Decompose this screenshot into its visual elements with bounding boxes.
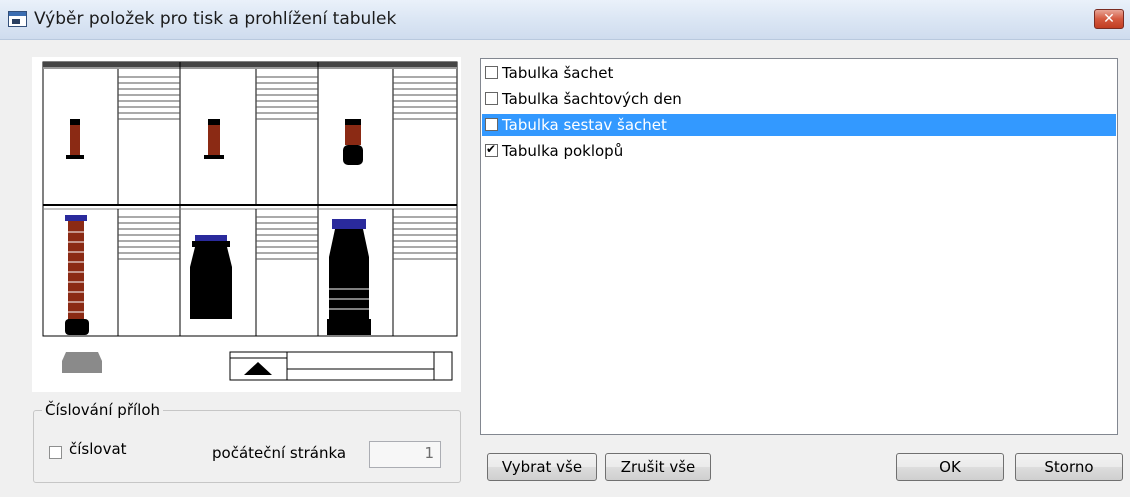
window-title: Výběr položek pro tisk a prohlížení tabu… — [34, 9, 397, 29]
start-page-input[interactable]: 1 — [369, 441, 441, 468]
preview-drawing — [42, 61, 458, 381]
list-item-label: Tabulka šachtových den — [502, 90, 682, 108]
list-item-tabulka-poklopu[interactable]: Tabulka poklopů — [482, 140, 1116, 162]
window-icon — [8, 11, 27, 27]
numbering-group-label: Číslování příloh — [42, 401, 164, 419]
list-item-checkbox[interactable] — [485, 142, 498, 157]
ok-button[interactable]: OK — [896, 453, 1004, 481]
tables-listbox[interactable]: Tabulka šachet Tabulka šachtových den Ta… — [480, 58, 1118, 435]
title-bar: Výběr položek pro tisk a prohlížení tabu… — [0, 0, 1130, 40]
numbering-checkbox-label: číslovat — [69, 440, 127, 458]
print-preview — [32, 57, 461, 392]
list-item-checkbox[interactable] — [485, 118, 498, 131]
list-item-label: Tabulka šachet — [502, 64, 614, 82]
list-item-label: Tabulka poklopů — [502, 142, 624, 160]
clear-all-button[interactable]: Zrušit vše — [605, 453, 711, 481]
list-item-checkbox[interactable] — [485, 92, 498, 105]
select-all-button[interactable]: Vybrat vše — [487, 453, 597, 481]
list-item-tabulka-sachet[interactable]: Tabulka šachet — [482, 62, 1116, 84]
list-item-checkbox[interactable] — [485, 66, 498, 79]
start-page-label: počáteční stránka — [212, 444, 347, 462]
list-item-tabulka-sachtovych-den[interactable]: Tabulka šachtových den — [482, 88, 1116, 110]
numbering-checkbox[interactable] — [49, 446, 62, 459]
list-item-tabulka-sestav-sachet[interactable]: Tabulka sestav šachet — [482, 114, 1116, 136]
cancel-button[interactable]: Storno — [1015, 453, 1123, 481]
close-button[interactable]: ✕ — [1094, 9, 1124, 29]
list-item-label: Tabulka sestav šachet — [502, 116, 667, 134]
